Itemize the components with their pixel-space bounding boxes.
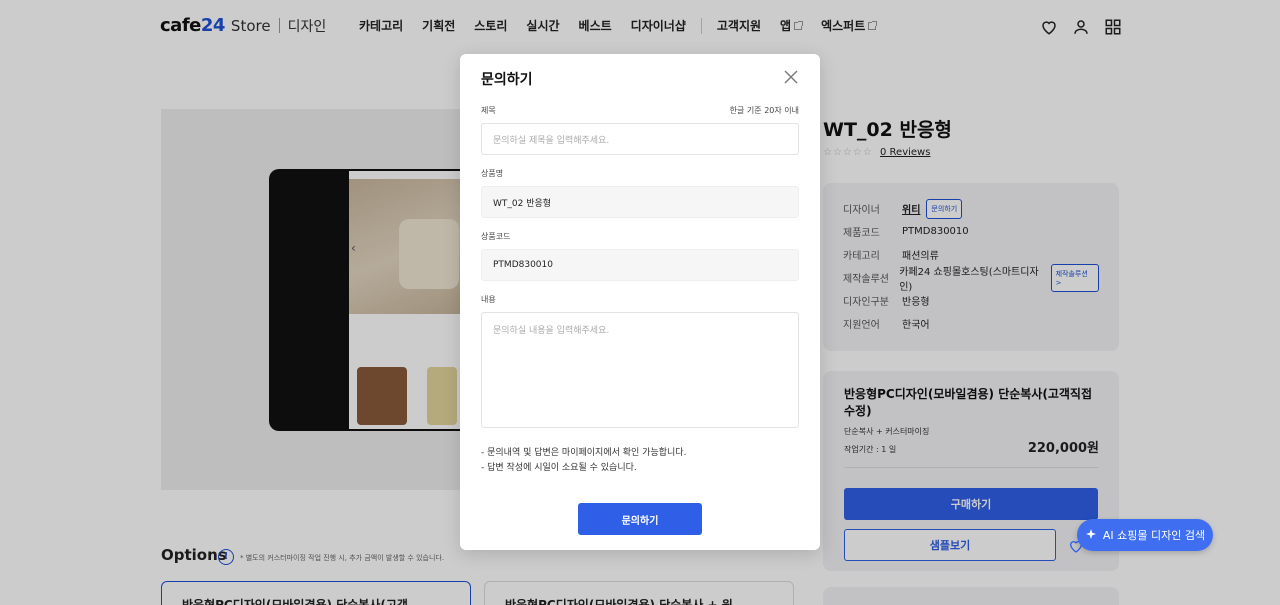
submit-inquiry-button[interactable]: 문의하기 bbox=[578, 503, 702, 535]
product-name-field: WT_02 반응형 bbox=[481, 186, 799, 218]
notice-line: - 답변 작성에 시일이 소요될 수 있습니다. bbox=[481, 463, 637, 473]
modal-title: 문의하기 bbox=[481, 72, 533, 88]
subject-hint: 한글 기준 20자 이내 bbox=[729, 106, 799, 115]
content-label: 내용 bbox=[481, 295, 496, 304]
modal-notice: - 문의내역 및 답변은 마이페이지에서 확인 가능합니다. - 답변 작성에 … bbox=[481, 446, 686, 476]
inquiry-modal: 문의하기 제목 한글 기준 20자 이내 문의하실 제목을 입력해주세요. 상품… bbox=[460, 54, 820, 550]
close-icon[interactable] bbox=[784, 69, 798, 84]
ai-button-label: AI 쇼핑몰 디자인 검색 bbox=[1102, 529, 1206, 542]
subject-label: 제목 bbox=[481, 106, 496, 115]
product-code-label: 상품코드 bbox=[481, 232, 511, 241]
ai-design-search-button[interactable]: AI 쇼핑몰 디자인 검색 bbox=[1077, 519, 1213, 551]
sparkle-icon bbox=[1085, 528, 1097, 543]
product-code-field: PTMD830010 bbox=[481, 249, 799, 281]
subject-input[interactable]: 문의하실 제목을 입력해주세요. bbox=[481, 123, 799, 155]
content-textarea[interactable]: 문의하실 내용을 입력해주세요. bbox=[481, 312, 799, 428]
notice-line: - 문의내역 및 답변은 마이페이지에서 확인 가능합니다. bbox=[481, 448, 687, 458]
product-name-label: 상품명 bbox=[481, 169, 504, 178]
